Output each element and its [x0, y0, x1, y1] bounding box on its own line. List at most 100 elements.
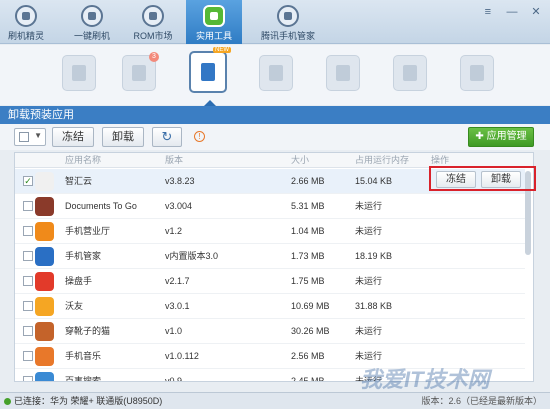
row-actions-highlight: 冻结 卸载 [429, 166, 536, 191]
nav-tools[interactable]: 实用工具 [186, 0, 242, 44]
row-uninstall-button[interactable]: 卸载 [481, 171, 521, 188]
row-checkbox[interactable] [23, 301, 33, 311]
nav-label: 实用工具 [195, 31, 232, 41]
row-checkbox[interactable] [23, 326, 33, 336]
app-version: v1.0 [165, 326, 183, 336]
status-bar: 已连接：华为 荣耀+ 联通版(U8950D) 版本：2.6（已经是最新版本） [0, 392, 550, 409]
app-version: v1.0.112 [165, 351, 199, 361]
uninstall-button[interactable]: 卸载 [102, 127, 144, 147]
app-icon [35, 222, 54, 241]
app-size: 5.31 MB [291, 201, 325, 211]
app-memory: 15.04 KB [355, 176, 393, 186]
row-checkbox[interactable]: ✓ [23, 176, 33, 186]
app-version: v内置版本3.0 [165, 251, 219, 261]
app-name: 穿靴子的猫 [65, 326, 111, 336]
tool-settings[interactable] [393, 55, 427, 91]
app-memory: 31.88 KB [355, 301, 393, 311]
app-size: 30.26 MB [291, 326, 330, 336]
col-size: 大小 [291, 155, 310, 165]
nav-label: ROM市场 [133, 31, 173, 41]
app-icon [35, 247, 54, 266]
tool-plugin[interactable]: 3 [122, 52, 159, 91]
table-row[interactable]: 沃友 v3.0.1 10.69 MB 31.88 KB [15, 294, 525, 319]
app-version: v3.004 [165, 201, 193, 211]
freeze-button[interactable]: 冻结 [52, 127, 94, 147]
app-size: 2.66 MB [291, 176, 325, 186]
tool-icons-row: 3 NEW [0, 45, 550, 105]
refresh-icon[interactable]: ↻ [152, 127, 182, 147]
tool-restore[interactable] [326, 55, 360, 91]
table-row[interactable]: 手机营业厅 v1.2 1.04 MB 未运行 [15, 219, 525, 244]
app-name: 智汇云 [65, 176, 93, 186]
row-checkbox[interactable] [23, 351, 33, 361]
row-freeze-button[interactable]: 冻结 [436, 171, 476, 188]
app-name: 手机营业厅 [65, 226, 111, 236]
menu-icon[interactable]: ≡ [482, 6, 494, 18]
app-name: Documents To Go [65, 201, 137, 211]
app-memory: 未运行 [355, 276, 383, 286]
row-checkbox[interactable] [23, 376, 33, 381]
tool-app-install[interactable] [62, 55, 96, 91]
chevron-down-icon: ▼ [34, 131, 42, 140]
nav-label: 一键刷机 [73, 31, 110, 41]
section-header: 卸载预装应用 [0, 106, 550, 124]
connection-status: 已连接：华为 荣耀+ 联通版(U8950D) [14, 396, 163, 406]
app-memory: 未运行 [355, 226, 383, 236]
app-version: v3.0.1 [165, 301, 190, 311]
app-name: 操盘手 [65, 276, 93, 286]
table-row[interactable]: Documents To Go v3.004 5.31 MB 未运行 [15, 194, 525, 219]
app-name: 手机管家 [65, 251, 102, 261]
notification-badge: 3 [149, 52, 159, 62]
tool-transfer[interactable] [460, 55, 494, 91]
row-checkbox[interactable] [23, 251, 33, 261]
nav-shuajijingling[interactable]: 刷机精灵 [0, 0, 52, 44]
app-icon [35, 347, 54, 366]
select-all-dropdown[interactable]: ▼ [14, 128, 46, 146]
tools-icon [203, 5, 225, 27]
tool-backup[interactable] [259, 55, 293, 91]
table-row[interactable]: 穿靴子的猫 v1.0 30.26 MB 未运行 [15, 319, 525, 344]
row-checkbox[interactable] [23, 201, 33, 211]
app-name: 手机音乐 [65, 351, 102, 361]
window-controls: ≡ — ✕ [473, 0, 542, 18]
app-manage-button[interactable]: ✚ 应用管理 [468, 127, 534, 147]
col-version: 版本 [165, 155, 184, 165]
logo-icon [15, 5, 37, 27]
app-name: 百事搜索 [65, 376, 102, 382]
table-row[interactable]: 操盘手 v2.1.7 1.75 MB 未运行 [15, 269, 525, 294]
nav-label: 刷机精灵 [7, 31, 44, 41]
app-icon [35, 197, 54, 216]
app-version: v2.1.7 [165, 276, 190, 286]
close-icon[interactable]: ✕ [530, 6, 542, 18]
app-size: 2.56 MB [291, 351, 325, 361]
app-icon [35, 172, 54, 191]
shield-icon [277, 5, 299, 27]
app-memory: 18.19 KB [355, 251, 393, 261]
table-row[interactable]: 手机管家 v内置版本3.0 1.73 MB 18.19 KB [15, 244, 525, 269]
nav-rom-market[interactable]: ROM市场 [127, 0, 179, 44]
minimize-icon[interactable]: — [506, 6, 518, 18]
select-all-checkbox[interactable] [19, 132, 29, 142]
app-icon [35, 272, 54, 291]
app-version: v3.8.23 [165, 176, 195, 186]
row-checkbox[interactable] [23, 226, 33, 236]
app-size: 10.69 MB [291, 301, 330, 311]
tool-uninstall-preinstalled[interactable]: NEW [189, 47, 231, 93]
flash-icon [81, 5, 103, 27]
new-tag: NEW [213, 47, 231, 53]
app-memory: 未运行 [355, 201, 383, 211]
warning-icon[interactable]: ! [194, 131, 205, 142]
app-size: 2.45 MB [291, 376, 325, 382]
app-icon [35, 297, 54, 316]
app-icon [35, 322, 54, 341]
app-version: v0.9 [165, 376, 183, 382]
app-version: v1.2 [165, 226, 183, 236]
app-icon [35, 372, 54, 381]
nav-tencent-manager[interactable]: 腾讯手机管家 [252, 0, 324, 44]
connected-status-icon [4, 398, 11, 405]
app-size: 1.75 MB [291, 276, 325, 286]
nav-one-click-flash[interactable]: 一键刷机 [66, 0, 118, 44]
app-size: 1.04 MB [291, 226, 325, 236]
row-checkbox[interactable] [23, 276, 33, 286]
app-manage-label: 应用管理 [486, 131, 527, 142]
